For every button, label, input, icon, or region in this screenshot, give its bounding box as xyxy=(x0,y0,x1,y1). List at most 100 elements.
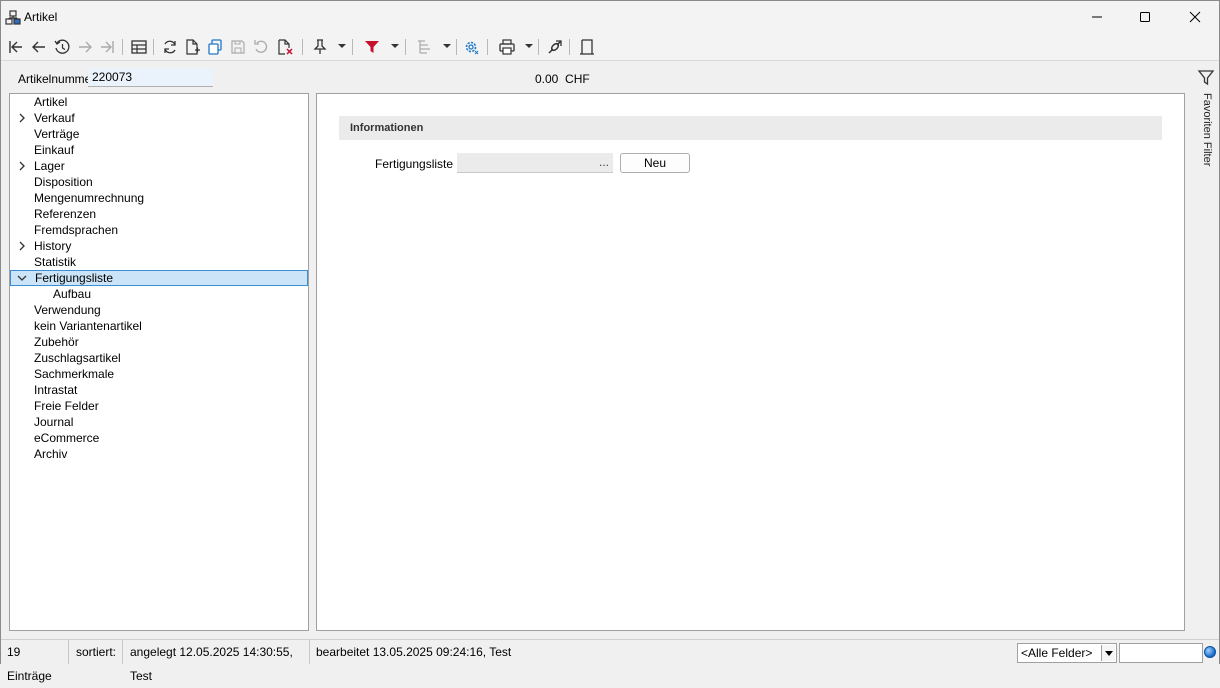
chevron-right-icon[interactable] xyxy=(17,161,27,171)
title-bar: Artikel xyxy=(1,1,1219,33)
chevron-down-icon[interactable] xyxy=(1101,645,1115,661)
tree-item-label: Zubehör xyxy=(34,335,79,349)
sort-button[interactable] xyxy=(415,38,433,56)
tree-item-label: Freie Felder xyxy=(34,399,99,413)
layout-button[interactable] xyxy=(578,38,596,56)
tree-item[interactable]: Lager xyxy=(10,158,308,174)
article-number-input[interactable] xyxy=(88,68,213,87)
tree-item[interactable]: Fertigungsliste xyxy=(10,270,308,286)
undo-button[interactable] xyxy=(252,38,270,56)
globe-icon[interactable] xyxy=(1204,646,1216,658)
currency-label: CHF xyxy=(565,72,590,86)
tree-item[interactable]: eCommerce xyxy=(10,430,308,446)
tree-item[interactable]: Verwendung xyxy=(10,302,308,318)
save-button[interactable] xyxy=(229,38,247,56)
settings-button[interactable] xyxy=(462,38,480,56)
table-view-icon xyxy=(131,40,147,54)
tree-item-label: Referenzen xyxy=(34,207,97,221)
tree-item[interactable]: Mengenumrechnung xyxy=(10,190,308,206)
table-view-button[interactable] xyxy=(130,38,148,56)
detail-panel: Informationen Fertigungsliste ... Neu xyxy=(316,93,1185,631)
record-count: 19 Einträge xyxy=(1,640,69,683)
tree-item[interactable]: Aufbau xyxy=(10,286,308,302)
tree-item[interactable]: Verkauf xyxy=(10,110,308,126)
undo-icon xyxy=(254,40,268,53)
tree-item-label: Artikel xyxy=(34,95,68,109)
history-button[interactable] xyxy=(53,38,71,56)
filter-button[interactable] xyxy=(363,38,381,56)
navigation-tree: Artikel Verkauf Verträge Einkauf Lager Dispos… xyxy=(9,93,309,631)
print-dropdown-arrow[interactable] xyxy=(525,44,533,48)
previous-record-icon xyxy=(32,41,45,53)
fertigungsliste-label: Fertigungsliste xyxy=(375,157,454,171)
tree-item[interactable]: Archiv xyxy=(10,446,308,462)
close-icon xyxy=(1189,11,1201,23)
tree-item[interactable]: Zubehör xyxy=(10,334,308,350)
fertigungsliste-field[interactable]: ... xyxy=(457,153,613,173)
tree-item-label: Mengenumrechnung xyxy=(34,191,145,205)
tree-item[interactable]: kein Variantenartikel xyxy=(10,318,308,334)
tree-item[interactable]: Intrastat xyxy=(10,382,308,398)
tree-item-label: Verkauf xyxy=(34,111,75,125)
tree-item-label: Fremdsprachen xyxy=(34,223,119,237)
tree-item-label: History xyxy=(34,239,72,253)
pin-button[interactable] xyxy=(311,38,329,56)
next-record-button[interactable] xyxy=(76,38,94,56)
amount-value: 0.00 xyxy=(535,72,559,86)
quick-search-input[interactable] xyxy=(1119,643,1203,663)
new-document-button[interactable] xyxy=(183,38,201,56)
chevron-down-icon[interactable] xyxy=(17,273,27,283)
copy-button[interactable] xyxy=(206,38,224,56)
delete-button[interactable] xyxy=(276,38,294,56)
minimize-button[interactable] xyxy=(1073,1,1121,33)
field-filter-select[interactable]: <Alle Felder> xyxy=(1017,643,1117,663)
pin-dropdown-arrow[interactable] xyxy=(338,44,346,48)
chevron-right-icon[interactable] xyxy=(17,113,27,123)
tree-item[interactable]: Zuschlagsartikel xyxy=(10,350,308,366)
new-button[interactable]: Neu xyxy=(620,153,690,173)
favorites-filter-tab[interactable]: Favoriten Filter xyxy=(1201,93,1213,166)
link-button[interactable] xyxy=(546,38,564,56)
tree-item[interactable]: Statistik xyxy=(10,254,308,270)
tree-item[interactable]: Verträge xyxy=(10,126,308,142)
layout-icon xyxy=(580,39,594,55)
last-record-button[interactable] xyxy=(98,38,116,56)
refresh-button[interactable] xyxy=(161,38,179,56)
tree-item-label: Einkauf xyxy=(34,143,75,157)
tree-item[interactable]: Einkauf xyxy=(10,142,308,158)
tree-item[interactable]: Artikel xyxy=(10,94,308,110)
tree-item[interactable]: Disposition xyxy=(10,174,308,190)
tree-item[interactable]: Referenzen xyxy=(10,206,308,222)
copy-icon xyxy=(208,39,222,55)
tree-item[interactable]: Sachmerkmale xyxy=(10,366,308,382)
toolbar-separator xyxy=(456,39,457,55)
minimize-icon xyxy=(1092,16,1102,18)
chevron-right-icon[interactable] xyxy=(17,241,27,251)
toolbar-separator xyxy=(352,39,353,55)
print-button[interactable] xyxy=(498,38,516,56)
first-record-button[interactable] xyxy=(7,38,25,56)
tree-item[interactable]: Freie Felder xyxy=(10,398,308,414)
previous-record-button[interactable] xyxy=(30,38,48,56)
tree-item-label: Verwendung xyxy=(34,303,101,317)
toolbar-separator xyxy=(487,39,488,55)
filter-icon xyxy=(365,41,379,53)
close-button[interactable] xyxy=(1171,1,1219,33)
filter-dropdown-arrow[interactable] xyxy=(391,44,399,48)
save-icon xyxy=(231,40,245,54)
refresh-icon xyxy=(164,40,176,54)
tree-item[interactable]: Fremdsprachen xyxy=(10,222,308,238)
favorites-filter-icon[interactable] xyxy=(1197,69,1215,87)
settings-icon xyxy=(465,41,479,55)
maximize-button[interactable] xyxy=(1121,1,1169,33)
tree-item-label: Sachmerkmale xyxy=(34,367,115,381)
new-document-icon xyxy=(186,39,200,55)
tree-item-label: Aufbau xyxy=(53,287,92,301)
browse-button[interactable]: ... xyxy=(599,155,609,169)
sort-dropdown-arrow[interactable] xyxy=(443,44,451,48)
first-record-icon xyxy=(9,41,22,53)
field-filter-value: <Alle Felder> xyxy=(1021,646,1093,660)
tree-item[interactable]: Journal xyxy=(10,414,308,430)
toolbar-separator xyxy=(405,39,406,55)
tree-item[interactable]: History xyxy=(10,238,308,254)
